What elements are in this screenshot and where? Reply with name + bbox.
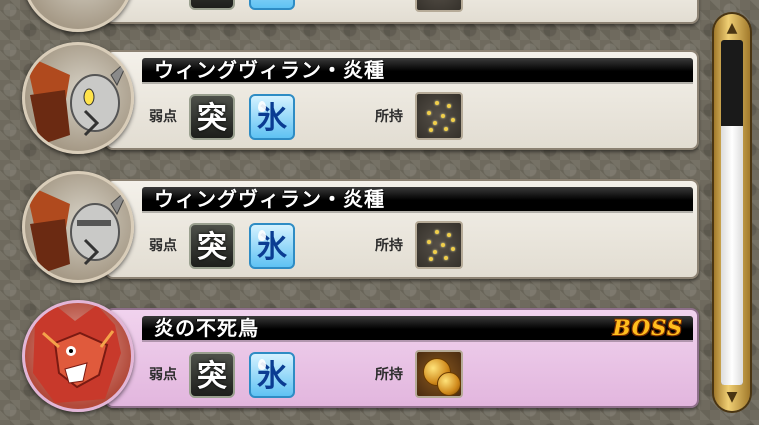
fire-phoenix-icon bbox=[33, 305, 121, 403]
seed-item-icon bbox=[415, 221, 463, 269]
held-item-label: 所持 bbox=[375, 238, 403, 254]
ice-element-icon bbox=[249, 0, 295, 10]
scroll-up-arrow-icon[interactable]: ▲ bbox=[722, 20, 742, 36]
seed bbox=[435, 101, 439, 105]
scroll-down-arrow-icon[interactable]: ▼ bbox=[722, 389, 742, 405]
coin bbox=[437, 372, 461, 396]
held-item-label: 所持 bbox=[375, 109, 403, 125]
ice-element-icon: 氷 bbox=[249, 94, 295, 140]
seed-item-icon bbox=[415, 0, 463, 12]
seed bbox=[441, 114, 445, 118]
ice-element-icon: 氷 bbox=[249, 352, 295, 398]
seed-item-icon bbox=[415, 92, 463, 140]
seed bbox=[429, 128, 433, 132]
boss-badge: BOSS bbox=[612, 315, 683, 340]
thrust-element-icon: 突 bbox=[189, 223, 235, 269]
seed bbox=[433, 250, 437, 254]
seed bbox=[429, 257, 433, 261]
enemy-name-bar: 炎の不死鳥 BOSS bbox=[142, 316, 693, 340]
ice-element-icon: 氷 bbox=[249, 223, 295, 269]
enemy-card[interactable]: ウィングヴィラン・炎種 弱点 突 氷 所持 bbox=[105, 179, 699, 279]
seed bbox=[427, 111, 431, 115]
ice-drop-icon bbox=[258, 101, 266, 112]
wing-villain-icon bbox=[25, 55, 130, 145]
seed bbox=[451, 247, 455, 251]
weakness-label: 弱点 bbox=[149, 367, 177, 383]
seed bbox=[435, 230, 439, 234]
wing-villain-icon bbox=[25, 184, 130, 274]
scrollbar-track[interactable] bbox=[721, 40, 743, 385]
seed bbox=[444, 256, 448, 260]
ice-drop-icon bbox=[258, 230, 266, 241]
scrollbar-thumb[interactable] bbox=[721, 126, 743, 385]
enemy-portrait bbox=[22, 42, 134, 154]
enemy-portrait bbox=[22, 171, 134, 283]
thrust-element-icon bbox=[189, 0, 235, 10]
boss-portrait bbox=[22, 300, 134, 412]
list-scrollbar[interactable]: ▲ ▼ bbox=[714, 14, 750, 411]
seed bbox=[433, 121, 437, 125]
enemy-name: 炎の不死鳥 bbox=[154, 316, 259, 340]
enemy-name: ウィングヴィラン・炎種 bbox=[142, 187, 693, 211]
enemy-card-partial[interactable] bbox=[105, 0, 699, 24]
seed bbox=[427, 240, 431, 244]
thrust-element-icon: 突 bbox=[189, 94, 235, 140]
seed bbox=[451, 118, 455, 122]
enemy-card[interactable]: ウィングヴィラン・炎種 弱点 突 氷 所持 bbox=[105, 50, 699, 150]
enemy-portrait bbox=[22, 0, 134, 32]
seed bbox=[441, 243, 445, 247]
enemy-list: ウィングヴィラン・炎種 弱点 突 氷 所持 ウィングヴィラン・炎種 弱点 突 氷… bbox=[0, 0, 705, 425]
seed bbox=[447, 104, 451, 108]
seed bbox=[447, 233, 451, 237]
enemy-name: ウィングヴィラン・炎種 bbox=[142, 58, 693, 82]
gold-coin-item-icon bbox=[415, 350, 463, 398]
thrust-element-icon: 突 bbox=[189, 352, 235, 398]
weakness-label: 弱点 bbox=[149, 238, 177, 254]
weakness-label: 弱点 bbox=[149, 109, 177, 125]
boss-enemy-card[interactable]: 炎の不死鳥 BOSS 弱点 突 氷 所持 bbox=[105, 308, 699, 408]
ice-drop-icon bbox=[258, 359, 266, 370]
held-item-label: 所持 bbox=[375, 367, 403, 383]
seed bbox=[444, 127, 448, 131]
